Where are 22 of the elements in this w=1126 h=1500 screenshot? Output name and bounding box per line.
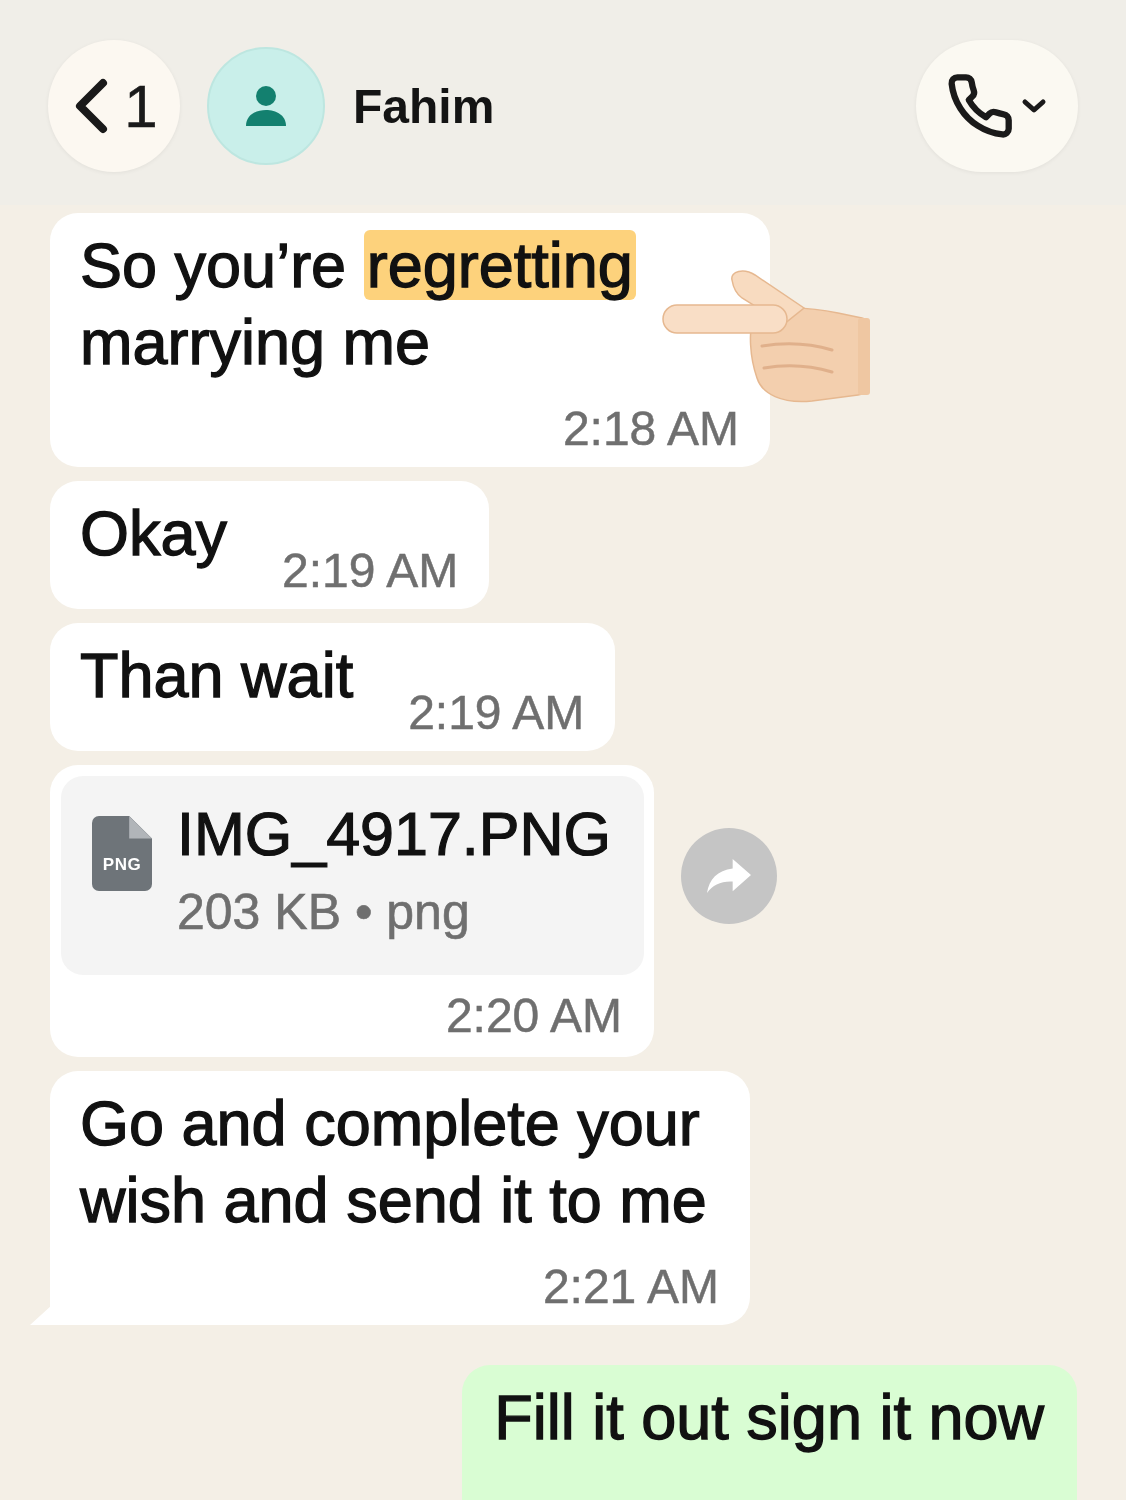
message-text: Okay bbox=[80, 497, 228, 570]
message-time: 2:19 AM bbox=[282, 543, 459, 599]
file-details: 203 KB • png bbox=[177, 883, 471, 942]
message-text: Go and complete your wish and send it to me bbox=[80, 1087, 708, 1237]
message-time: 2:20 AM bbox=[445, 988, 622, 1044]
person-icon bbox=[246, 86, 286, 126]
message-time: 2:19 AM bbox=[408, 685, 585, 741]
file-name: IMG_4917.PNG bbox=[177, 799, 611, 870]
back-button[interactable]: 1 bbox=[48, 40, 180, 172]
chevron-down-icon bbox=[1021, 98, 1047, 114]
file-type-badge: PNG bbox=[92, 816, 152, 891]
contact-name[interactable]: Fahim bbox=[353, 78, 495, 134]
message-text: Fill it out sign it now bbox=[494, 1381, 1044, 1454]
phone-icon bbox=[947, 73, 1013, 139]
file-attachment-card[interactable]: PNG IMG_4917.PNG 203 KB • png bbox=[61, 776, 644, 975]
chevron-left-icon bbox=[74, 78, 109, 134]
message-time: 2:18 AM bbox=[562, 401, 739, 457]
message-text: So you’re regretting marrying me bbox=[80, 227, 720, 381]
pointing-hand-icon bbox=[662, 268, 870, 403]
message-time: 2:21 AM bbox=[542, 1259, 719, 1315]
message-text: Than wait bbox=[80, 639, 354, 712]
share-arrow-icon bbox=[707, 857, 751, 895]
